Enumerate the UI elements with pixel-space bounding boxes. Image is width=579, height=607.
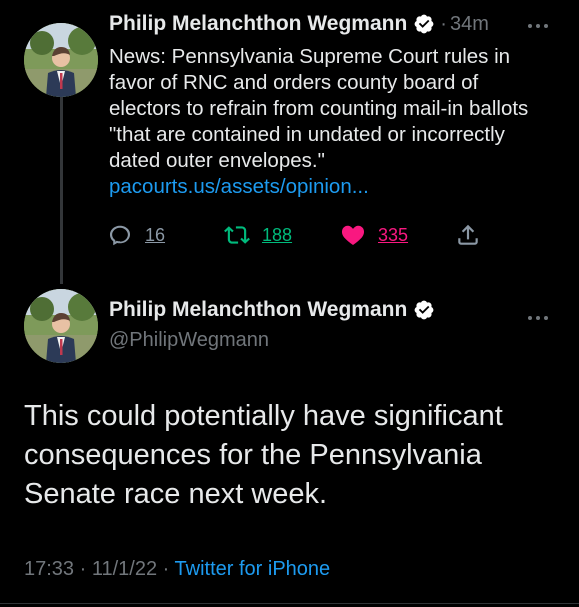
like-button[interactable]: 335 xyxy=(340,222,408,248)
author-name[interactable]: Philip Melanchthon Wegmann xyxy=(109,12,407,36)
more-dots-icon xyxy=(528,316,548,320)
verified-badge-icon xyxy=(413,299,435,321)
author-handle[interactable]: @PhilipWegmann xyxy=(109,329,269,352)
thread-line xyxy=(60,97,63,284)
reply-button[interactable]: 16 xyxy=(107,222,165,248)
verified-badge-icon xyxy=(413,13,435,35)
more-dots-icon xyxy=(528,24,548,28)
reply-icon xyxy=(109,225,131,246)
like-count: 335 xyxy=(378,224,409,245)
tweet-timestamp[interactable]: 34m xyxy=(450,13,489,36)
divider xyxy=(0,603,579,604)
tweet-text-content: News: Pennsylvania Supreme Court rules i… xyxy=(109,45,529,172)
separator-dot: · xyxy=(440,12,447,35)
more-options-button[interactable] xyxy=(526,17,550,35)
author-name[interactable]: Philip Melanchthon Wegmann xyxy=(109,298,407,322)
tweet-text: News: Pennsylvania Supreme Court rules i… xyxy=(109,44,549,200)
tweet-meta: 17:33 · 11/1/22 · Twitter for iPhone xyxy=(24,558,330,581)
separator-dot: · xyxy=(162,558,170,580)
avatar[interactable] xyxy=(24,289,98,363)
retweet-count: 188 xyxy=(262,224,293,245)
separator-dot: · xyxy=(79,558,87,580)
share-icon xyxy=(458,224,478,245)
reply-count: 16 xyxy=(145,224,166,245)
more-options-button[interactable] xyxy=(526,309,550,327)
tweet-date[interactable]: 11/1/22 xyxy=(92,558,157,580)
tweet-time[interactable]: 17:33 xyxy=(24,558,74,580)
tweet-link[interactable]: pacourts.us/assets/opinion... xyxy=(109,175,369,198)
tweet-header: Philip Melanchthon Wegmann xyxy=(109,298,435,322)
retweet-icon xyxy=(224,226,250,244)
share-button[interactable] xyxy=(455,222,493,248)
heart-icon xyxy=(341,225,365,245)
tweet-text: This could potentially have significant … xyxy=(24,400,503,510)
tweet-source[interactable]: Twitter for iPhone xyxy=(175,558,331,580)
retweet-button[interactable]: 188 xyxy=(224,222,292,248)
avatar[interactable] xyxy=(24,23,98,97)
tweet-actions: 16 188 335 xyxy=(107,222,487,252)
tweet-header: Philip Melanchthon Wegmann · 34m xyxy=(109,12,489,36)
